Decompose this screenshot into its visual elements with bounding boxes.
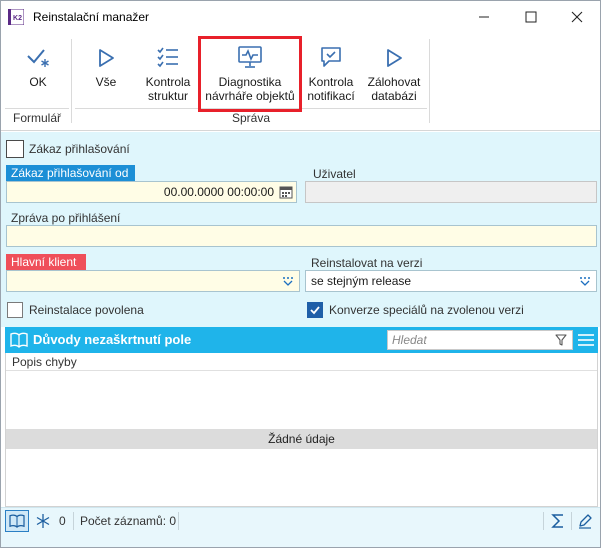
- check-notifications-label: Kontrola notifikací: [307, 75, 355, 103]
- login-ban-from-field[interactable]: 00.00.0000 00:00:00: [6, 181, 297, 203]
- group-label-formular: Formulář: [12, 111, 61, 125]
- grid-empty-message: Žádné údaje: [6, 429, 597, 449]
- backup-database-button[interactable]: Zálohovat databázi: [363, 39, 425, 115]
- sum-button[interactable]: [549, 508, 567, 534]
- reinstall-allowed-checkbox[interactable]: [7, 302, 23, 318]
- grid-search-input[interactable]: Hledat: [387, 330, 573, 350]
- ok-button[interactable]: OK: [11, 39, 65, 115]
- search-placeholder: Hledat: [392, 333, 427, 347]
- user-field: [305, 181, 597, 203]
- minimize-icon: [479, 16, 489, 18]
- close-icon: [571, 11, 583, 23]
- reinstall-version-value: se stejným release: [311, 274, 412, 288]
- minimize-button[interactable]: [461, 1, 507, 33]
- form-panel: Zákaz přihlašování Zákaz přihlašování od…: [1, 132, 600, 327]
- calendar-icon[interactable]: [279, 185, 293, 199]
- grid-title: Důvody nezaškrtnutí pole: [33, 332, 192, 347]
- check-star-icon: [27, 49, 49, 67]
- convert-specials-checkbox[interactable]: [307, 302, 323, 318]
- message-after-login-field[interactable]: [6, 225, 597, 247]
- maximize-icon: [525, 11, 537, 23]
- reinstall-allowed-label: Reinstalace povolena: [29, 303, 144, 317]
- backup-database-label: Zálohovat databázi: [367, 75, 421, 103]
- snowflake-icon: [36, 514, 50, 528]
- window-title: Reinstalační manažer: [33, 10, 150, 24]
- login-ban-from-value: 00.00.0000 00:00:00: [163, 185, 274, 199]
- all-button[interactable]: Vše: [79, 39, 133, 115]
- login-ban-checkbox[interactable]: [6, 140, 24, 158]
- check-notifications-button[interactable]: Kontrola notifikací: [303, 39, 359, 115]
- reinstall-manager-window: K2 Reinstalační manažer OK Formulář Vše …: [0, 0, 601, 548]
- hamburger-menu-icon: [578, 334, 594, 346]
- all-button-label: Vše: [95, 75, 117, 89]
- group-separator: [71, 39, 72, 123]
- group-divider: [5, 108, 69, 109]
- maximize-button[interactable]: [508, 1, 554, 33]
- reinstall-version-label: Reinstalovat na verzi: [311, 256, 423, 270]
- check-structures-button[interactable]: Kontrola struktur: [139, 39, 197, 115]
- snowflake-filter-button[interactable]: 0: [35, 508, 66, 534]
- play-icon: [99, 49, 114, 67]
- book-view-button[interactable]: [5, 510, 29, 532]
- close-button[interactable]: [554, 1, 600, 33]
- highlight-box: [198, 36, 302, 112]
- checklist-icon: [157, 47, 178, 68]
- errors-grid[interactable]: Popis chyby Žádné údaje: [5, 353, 598, 507]
- filter-icon[interactable]: [555, 334, 567, 346]
- filter-count: 0: [59, 514, 66, 528]
- grid-menu-button[interactable]: [574, 327, 598, 353]
- chat-check-icon: [321, 47, 341, 67]
- status-separator: [178, 512, 179, 530]
- column-header-error-description[interactable]: Popis chyby: [6, 353, 597, 371]
- svg-text:K2: K2: [13, 15, 22, 22]
- grid-header-bar: Důvody nezaškrtnutí pole Hledat: [5, 327, 598, 353]
- message-after-login-label: Zpráva po přihlášení: [11, 211, 121, 225]
- book-icon: [9, 514, 25, 528]
- checkmark-icon: [310, 306, 320, 315]
- book-icon: [10, 332, 28, 348]
- status-bar: 0 Počet záznamů: 0: [1, 507, 600, 547]
- login-ban-label: Zákaz přihlašování: [29, 142, 130, 156]
- k2-app-icon: K2: [7, 8, 25, 26]
- dropdown-icon[interactable]: [282, 276, 294, 286]
- reinstall-version-select[interactable]: se stejným release: [305, 270, 597, 292]
- status-separator: [73, 512, 74, 530]
- login-ban-from-label: Zákaz přihlašování od: [6, 165, 135, 181]
- check-structures-label: Kontrola struktur: [145, 75, 191, 103]
- pencil-icon: [579, 514, 592, 529]
- group-label-sprava: Správa: [231, 111, 271, 125]
- record-count: Počet záznamů: 0: [80, 514, 177, 528]
- status-separator: [571, 512, 572, 530]
- group-separator: [429, 39, 430, 123]
- user-label: Uživatel: [313, 167, 356, 181]
- main-client-label: Hlavní klient: [6, 254, 86, 270]
- dropdown-icon[interactable]: [579, 276, 591, 286]
- sigma-icon: [551, 514, 563, 528]
- convert-specials-label: Konverze speciálů na zvolenou verzi: [329, 303, 524, 317]
- title-bar: K2 Reinstalační manažer: [1, 1, 600, 33]
- play-icon: [387, 49, 402, 67]
- ok-button-label: OK: [29, 75, 47, 89]
- edit-button[interactable]: [576, 508, 594, 534]
- main-client-field[interactable]: [6, 270, 300, 292]
- status-separator: [543, 512, 544, 530]
